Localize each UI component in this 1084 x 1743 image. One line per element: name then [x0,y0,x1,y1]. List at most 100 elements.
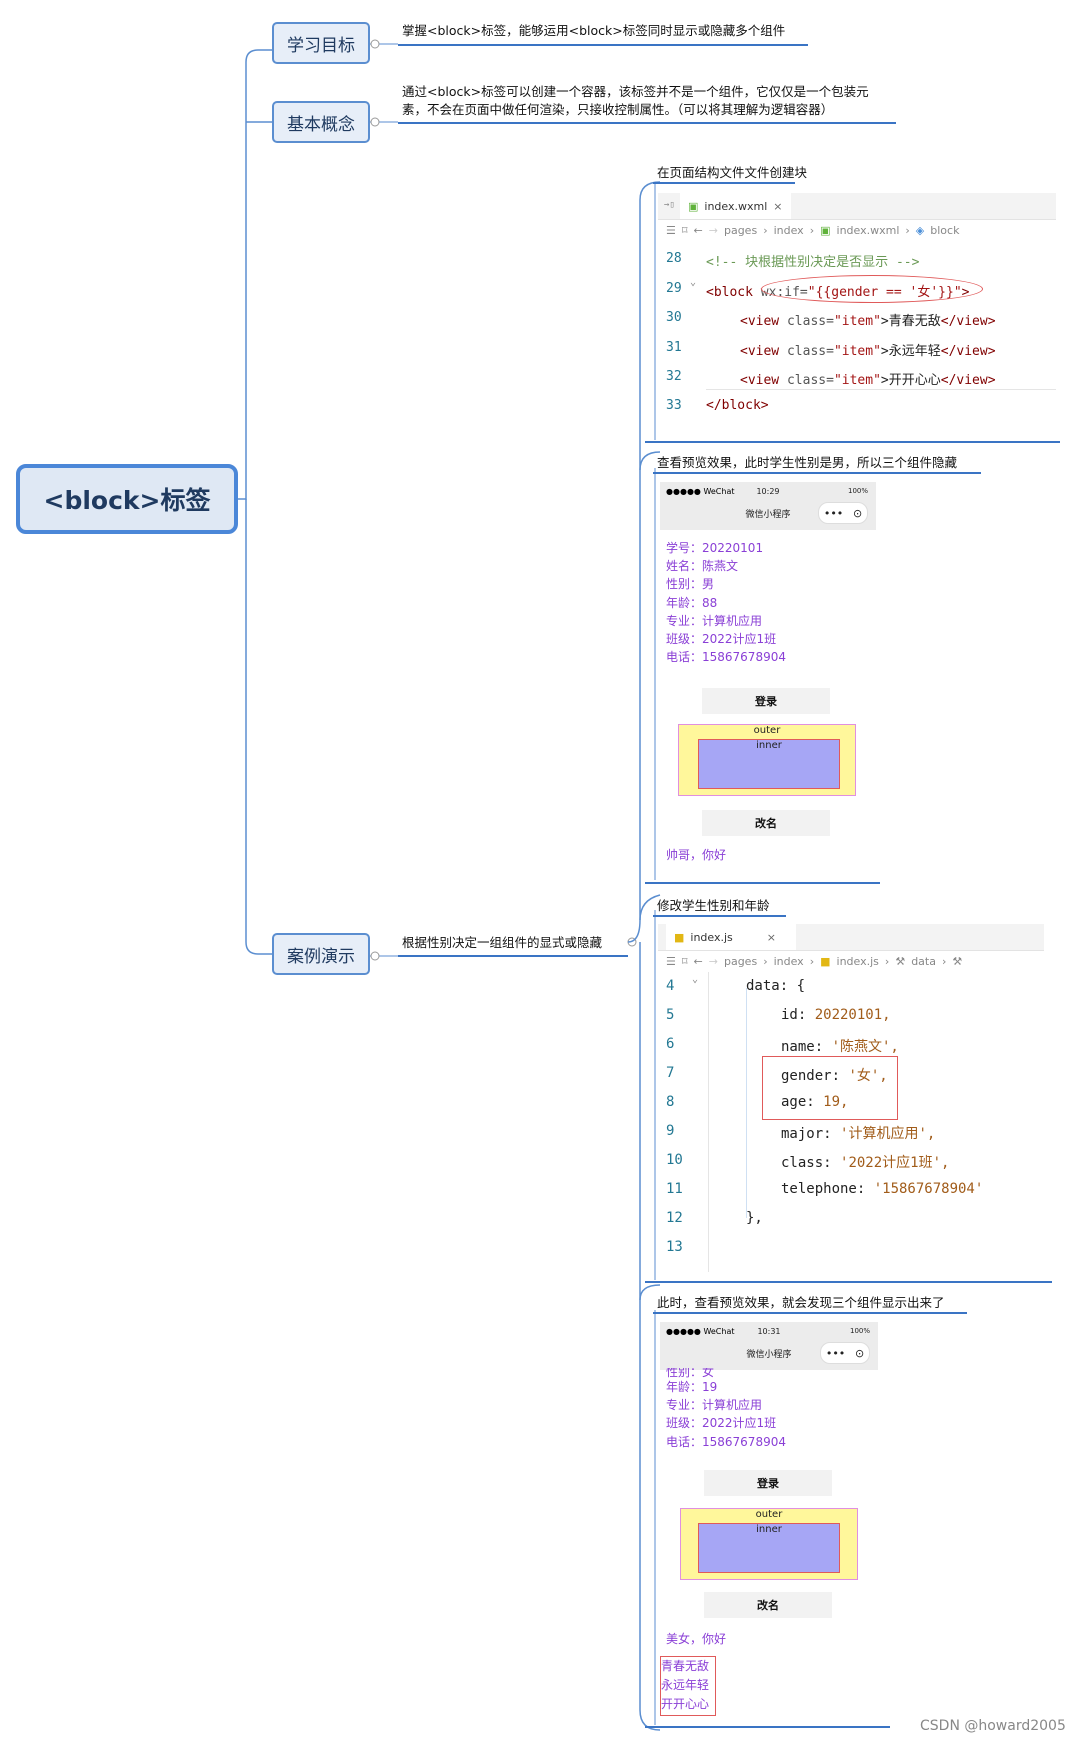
crumb-item[interactable]: index [774,224,804,237]
editor-tabbar: →▯ ▣ index.wxml × [658,193,1056,220]
step2-underline [653,472,981,474]
concept-underline [398,122,896,124]
step1-underline [653,182,795,184]
line-number: 31 [666,340,682,355]
capsule-menu[interactable]: ••• ⊙ [818,502,868,524]
info-row: 学号：20220101 [666,541,764,555]
js-file-icon: ■ [820,954,831,968]
status-bar: ●●●●● WeChat 10:29 100% 微信小程序 ••• ⊙ [660,482,876,530]
info-row: 电话：15867678904 [666,1434,786,1449]
crumb-item[interactable]: index.wxml [837,224,900,237]
inner-label: inner [756,1524,782,1535]
gutter-divider [708,972,709,1272]
tab-index-wxml[interactable]: ▣ index.wxml × [680,193,791,219]
branch-node-demo[interactable]: 案例演示 [272,933,370,975]
info-row: 性别：女 [666,1368,715,1378]
crumb-item[interactable]: index.js [837,955,879,968]
code-view-line: <view class="item">开开心心</view> [740,373,996,388]
step3-underline [653,915,786,917]
login-button[interactable]: 登录 [702,688,830,714]
close-circle-icon[interactable]: ⊙ [855,1347,864,1360]
close-circle-icon[interactable]: ⊙ [853,507,862,520]
bookmark-icon[interactable]: ⌑ [682,224,688,237]
step2-caption: 查看预览效果，此时学生性别是男，所以三个组件隐藏 [657,455,958,470]
code-prop-major: major: '计算机应用', [781,1126,936,1142]
line-number: 8 [666,1094,675,1110]
crumb-item[interactable]: block [930,224,959,237]
line-number: 33 [666,398,682,413]
list-icon[interactable]: ☰ [666,224,676,237]
crumb-item[interactable]: index [774,955,804,968]
crumb-sep-icon: › [884,954,890,968]
highlight-box [762,1056,898,1120]
line-number: 9 [666,1123,675,1139]
tab-index-js[interactable]: ■ index.js × [666,924,797,950]
rename-button[interactable]: 改名 [704,1592,832,1618]
bookmark-icon[interactable]: ⌑ [682,955,688,968]
forward-icon[interactable]: → [709,955,718,968]
root-node[interactable]: <block>标签 [16,464,238,534]
login-button[interactable]: 登录 [704,1470,832,1496]
time-text: 10:31 [757,1327,781,1336]
student-info: 性别：女 年龄：19 专业：计算机应用 班级：2022计应1班 电话：15867… [666,1368,786,1451]
js-editor: ■ index.js × ☰ ⌑ ← → pages › index › ■ ind… [658,924,1044,1276]
wxml-editor: →▯ ▣ index.wxml × ☰ ⌑ ← → pages › index › … [658,193,1056,419]
inner-box[interactable]: inner [698,739,840,789]
line-number: 10 [666,1152,683,1168]
crumb-sep-icon: › [763,954,768,968]
step4-underline [653,1312,967,1314]
code-prop-name: name: '陈燕文', [781,1039,899,1055]
code-block-close: </block> [706,398,769,413]
greeting-text: 帅哥，你好 [666,848,727,862]
code-data-close: }, [746,1210,763,1226]
code-comment: <!-- 块根据性别决定是否显示 --> [706,255,920,270]
rename-button[interactable]: 改名 [702,810,830,836]
watermark: CSDN @howard2005 [920,1718,1066,1734]
capsule-menu[interactable]: ••• ⊙ [820,1342,870,1364]
back-icon[interactable]: ← [694,955,703,968]
inner-box[interactable]: inner [698,1523,840,1573]
line-number: 32 [666,369,682,384]
code-prop-class: class: '2022计应1班', [781,1155,950,1171]
code-prop-telephone: telephone: '15867678904' [781,1181,984,1197]
js-file-icon: ■ [674,930,685,944]
list-icon[interactable]: ☰ [666,955,676,968]
fold-chevron-icon[interactable]: ⌄ [690,277,696,288]
indent-guide [746,988,747,1218]
info-row: 电话：15867678904 [666,650,786,665]
more-icon[interactable]: ••• [826,1347,845,1360]
crumb-item[interactable]: pages [724,955,757,968]
crumb-sep-icon: › [809,954,815,968]
line-number: 28 [666,251,682,266]
more-icon[interactable]: ••• [824,507,843,520]
crumb-sep-icon: › [763,223,768,237]
block-item: 青春无敌 [661,1659,710,1673]
code-view-line: <view class="item">永远年轻</view> [740,344,996,359]
wxml-file-icon: ▣ [688,199,699,213]
crumb-item[interactable]: pages [724,224,757,237]
greeting-text: 美女，你好 [666,1632,727,1646]
demo-underline [398,955,628,957]
branch-node-goals[interactable]: 学习目标 [272,22,370,64]
battery-text: 100% [847,487,868,495]
split-icon[interactable]: →▯ [664,200,675,210]
line-number: 29 [666,281,682,296]
tab-label: index.js [690,930,733,944]
info-row: 班级：2022计应1班 [666,1416,777,1431]
info-row: 年龄：88 [666,595,718,610]
info-row: 班级：2022计应1班 [666,632,777,647]
close-icon[interactable]: × [767,931,776,944]
phone-preview-2: ●●●●● WeChat 10:31 100% 微信小程序 ••• ⊙ 性别：女 … [660,1322,878,1717]
line-number: 4 [666,978,675,994]
close-icon[interactable]: × [773,200,782,213]
fold-chevron-icon[interactable]: ⌄ [692,974,698,985]
branch-node-concept[interactable]: 基本概念 [272,101,370,143]
line-number: 7 [666,1065,675,1081]
info-row: 性别：男 [666,577,715,592]
block-item: 开开心心 [661,1697,710,1711]
step1-caption: 在页面结构文件文件创建块 [657,165,808,180]
forward-icon[interactable]: → [709,224,718,237]
back-icon[interactable]: ← [694,224,703,237]
crumb-sep-icon: › [905,223,910,237]
crumb-item[interactable]: data [911,955,936,968]
